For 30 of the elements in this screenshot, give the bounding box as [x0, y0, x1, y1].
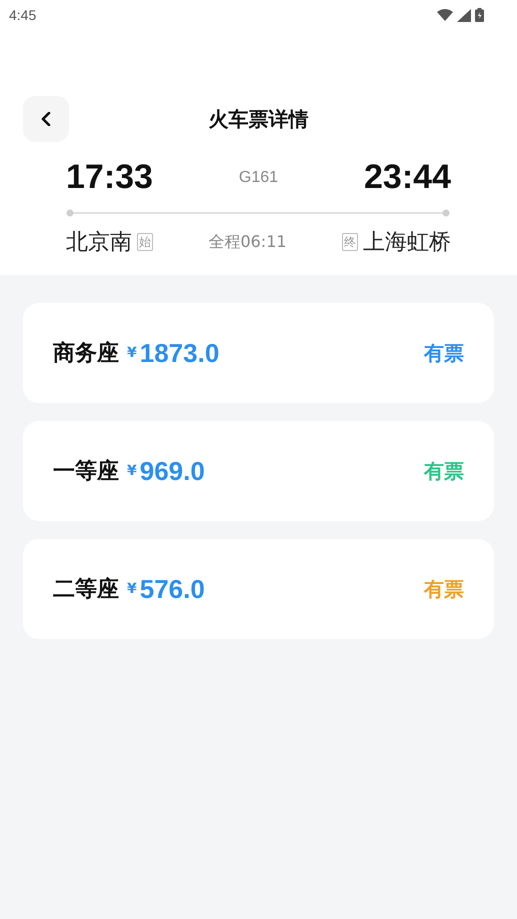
currency-symbol: ¥: [127, 581, 137, 597]
start-tag: 始: [137, 233, 153, 251]
currency-symbol: ¥: [127, 463, 137, 479]
availability-label: 有票: [424, 458, 464, 484]
currency-symbol: ¥: [127, 345, 137, 361]
back-button[interactable]: [23, 96, 69, 142]
seat-class: 商务座: [53, 340, 119, 368]
seat-card[interactable]: 一等座 ¥969.0 有票: [23, 421, 494, 521]
seat-price: 969.0: [140, 456, 205, 486]
seat-card[interactable]: 商务座 ¥1873.0 有票: [23, 303, 494, 403]
seat-price: 576.0: [140, 574, 205, 604]
signal-icon: [457, 8, 471, 22]
train-number: G161: [238, 168, 278, 186]
wifi-icon: [437, 9, 453, 21]
arrival-station: 上海虹桥: [362, 229, 451, 257]
seat-class: 一等座: [53, 458, 119, 486]
departure-station: 北京南: [66, 229, 132, 257]
seat-class: 二等座: [53, 576, 119, 604]
trip-duration: 全程06:11: [208, 232, 287, 252]
status-time: 4:45: [9, 7, 36, 23]
seat-card[interactable]: 二等座 ¥576.0 有票: [23, 539, 494, 639]
availability-label: 有票: [424, 576, 464, 602]
arrival-time: 23:44: [364, 158, 451, 197]
seat-price: 1873.0: [140, 338, 220, 368]
availability-label: 有票: [424, 340, 464, 366]
departure-time: 17:33: [66, 158, 153, 197]
page-title: 火车票详情: [208, 106, 308, 132]
battery-icon: [475, 8, 484, 22]
back-icon: [41, 112, 51, 126]
end-tag: 终: [342, 233, 358, 251]
